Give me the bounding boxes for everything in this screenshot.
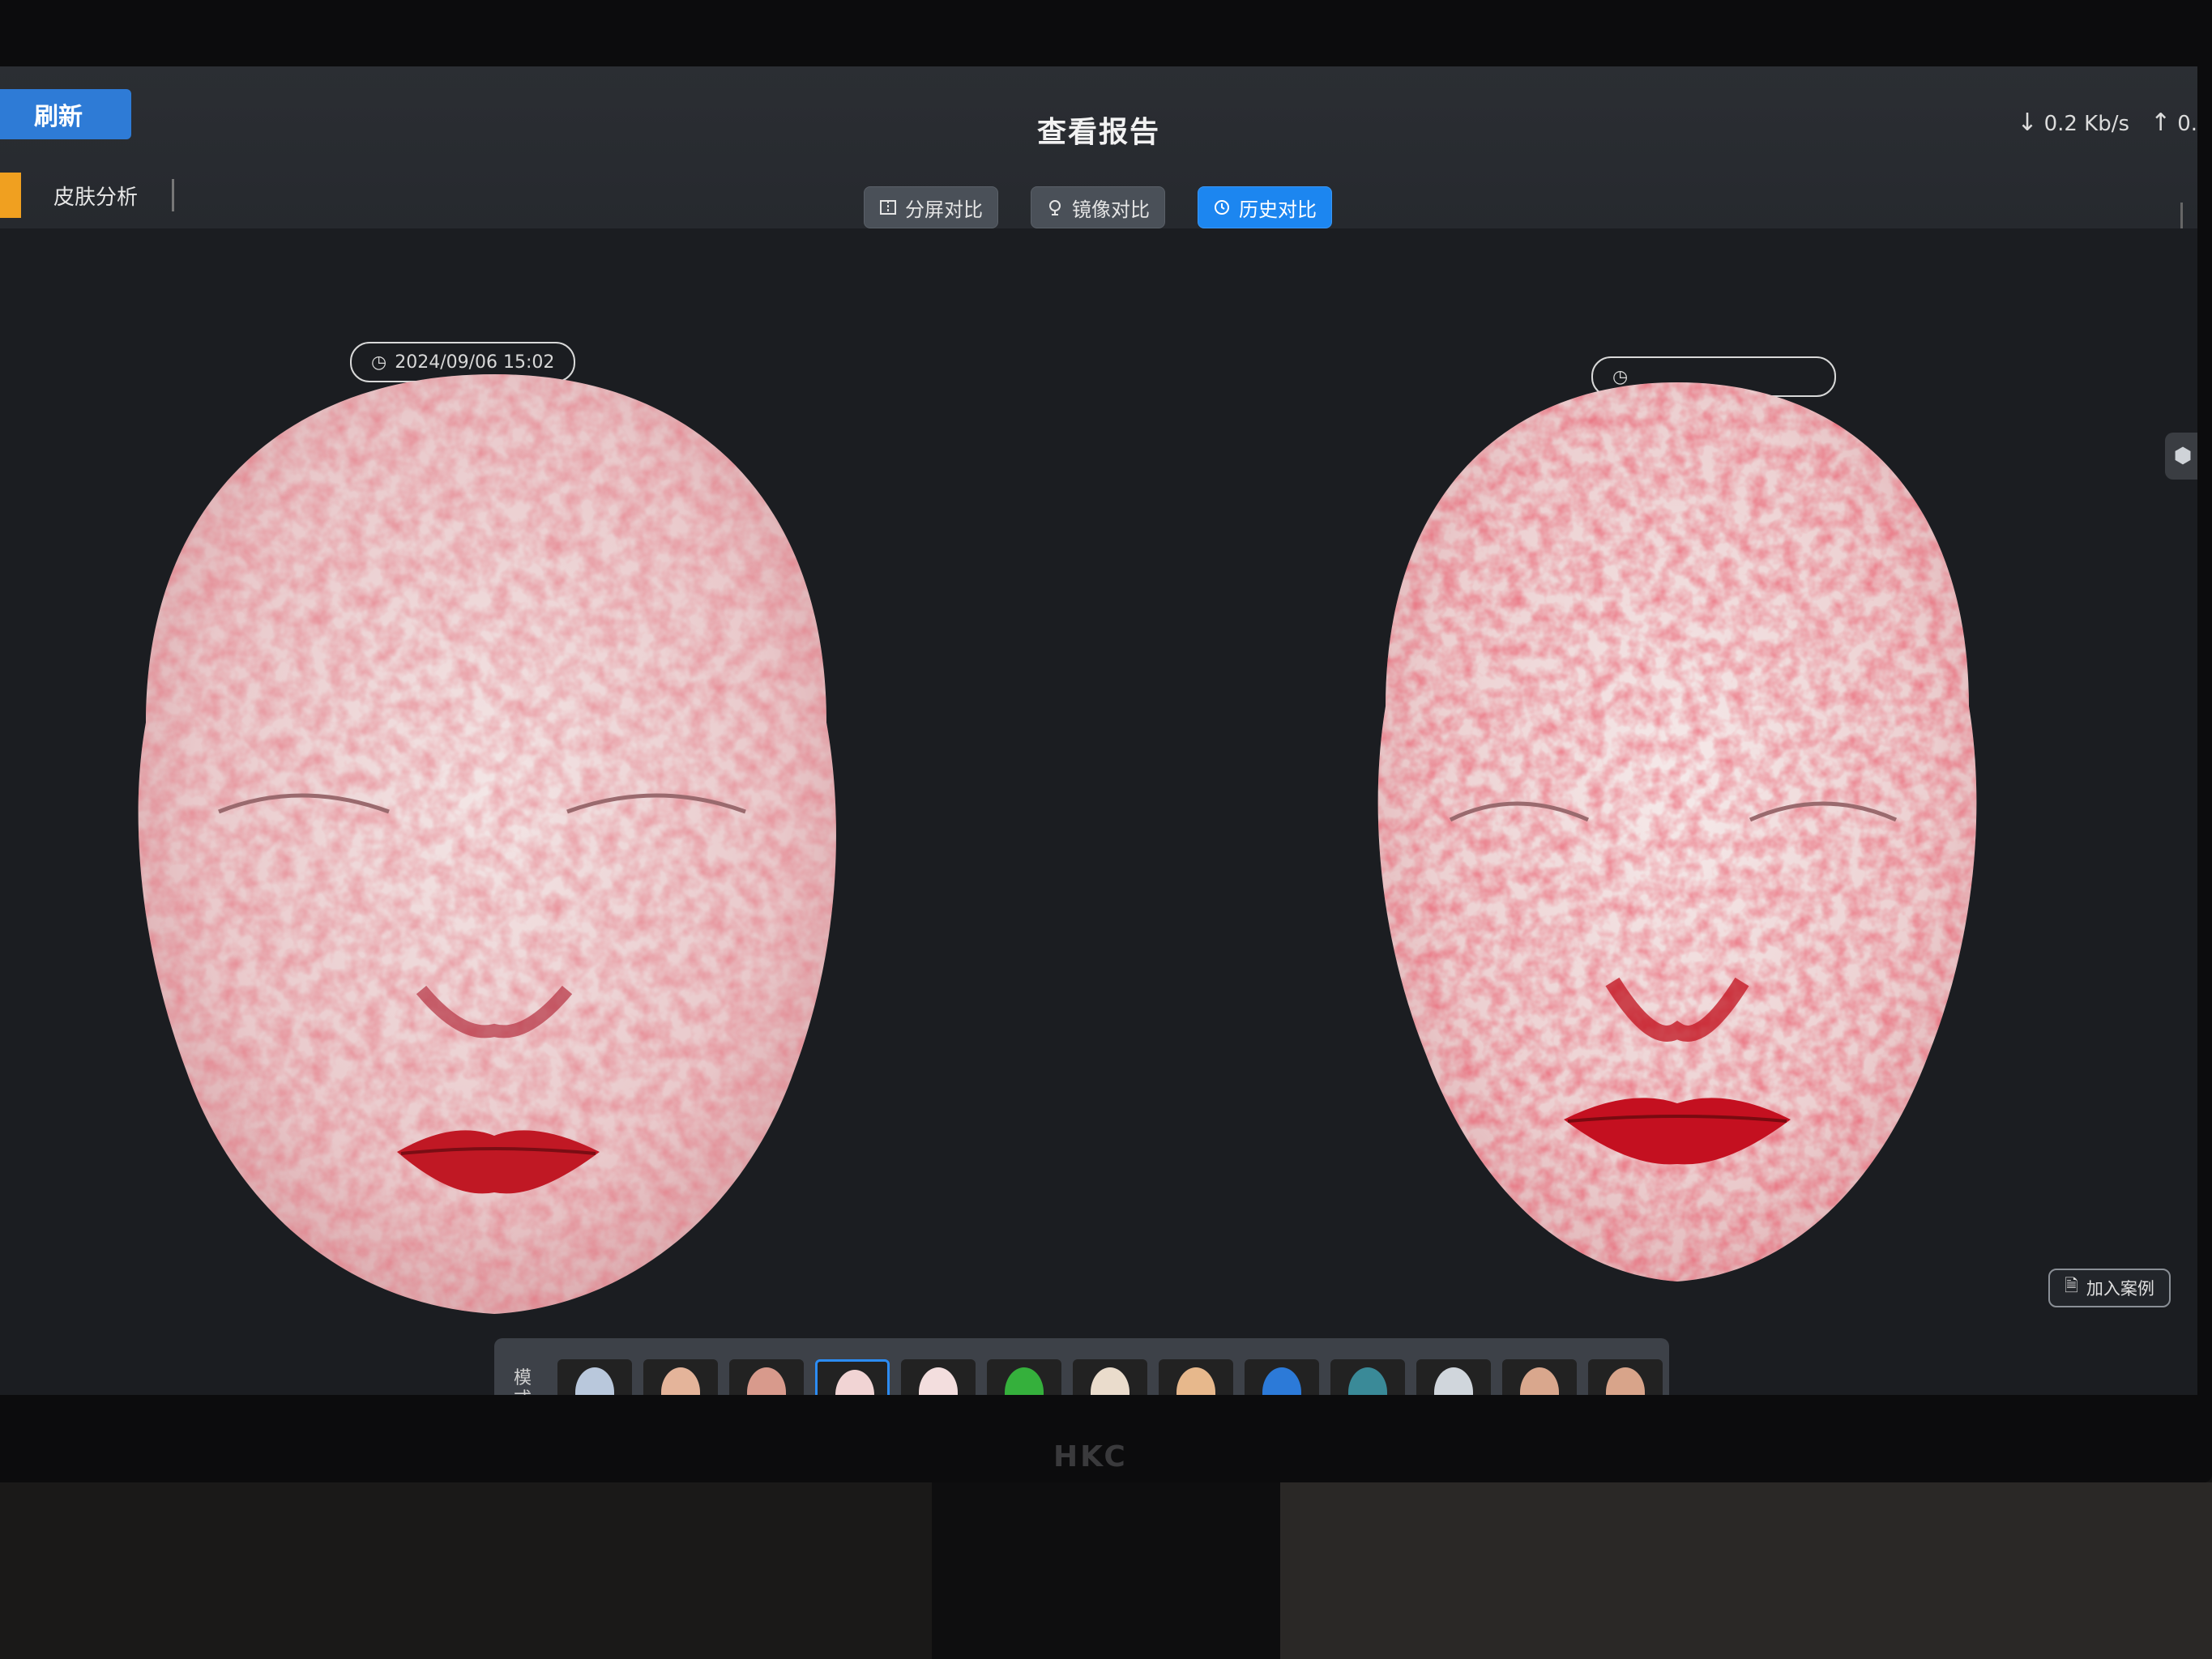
download-rate: ↓ 0.2 Kb/s [2017,109,2130,137]
mode-thumbnail[interactable]: 红区热力 [987,1359,1061,1395]
face-redness-map [138,374,836,1314]
tab-label: 皮肤分析 [53,185,139,210]
history-compare-button[interactable]: 历史对比 [1198,186,1332,228]
right-face-image[interactable] [1345,366,2009,1330]
add-case-button[interactable]: 🗎 加入案例 [2048,1269,2171,1307]
mode-thumbnail[interactable]: 冷光 [557,1359,632,1395]
face-thumbnail-icon [1348,1367,1387,1395]
face-thumbnail-icon [1176,1367,1215,1395]
3d-view-button[interactable]: ⬢ [2165,433,2197,480]
split-compare-label: 分屏对比 [905,198,983,221]
arrow-down-icon: ↓ [2017,109,2038,137]
network-stats: ↓ 0.2 Kb/s ↑ 0. [2017,109,2197,137]
face-thumbnail-icon [1606,1367,1645,1395]
face-thumbnail-icon [919,1367,958,1395]
save-icon: 🗎 [2065,1275,2078,1295]
mode-thumbnail[interactable]: 红血丝 [729,1359,804,1395]
face-thumbnail-icon [1520,1367,1559,1395]
desk-background [0,1482,932,1659]
add-case-label: 加入案例 [2086,1279,2154,1299]
mode-strip: 模式图 冷光自然光红血丝深层红区浅层红区红区热力深层棕区浅层棕区棕区热力紫外线紫… [494,1338,1669,1395]
face-thumbnail-icon [1091,1367,1129,1395]
mode-thumbnail[interactable]: 紫外线 [1330,1359,1405,1395]
comparison-view: ◷ 2024/09/06 15:02 ◷ ⬢ 🗎 加入案例 模 [0,228,2197,1395]
history-compare-label: 历史对比 [1239,198,1317,221]
mode-thumbnail[interactable]: 浅层棕区 [1159,1359,1233,1395]
monitor-stand [932,1482,1280,1659]
cube-icon: ⬢ [2173,444,2193,468]
monitor-brand-logo: HKC [1053,1440,1128,1473]
mode-thumbnail[interactable]: 平行偏振 [1502,1359,1577,1395]
mirror-icon [1049,200,1061,215]
face-thumbnail-icon [1005,1367,1044,1395]
page-title: 查看报告 [1036,116,1160,149]
face-thumbnail-icon [1262,1367,1301,1395]
desk-surface [1280,1482,2212,1659]
mode-thumbnail[interactable]: 浅层红区 [901,1359,976,1395]
arrow-up-icon: ↑ [2150,109,2171,137]
monitor-bezel: 刷新 查看报告 ↓ 0.2 Kb/s ↑ 0. 皮肤分析 分屏对比 镜像对比 历… [0,0,2212,1482]
compare-mode-group: 分屏对比 镜像对比 历史对比 [864,186,1332,228]
clock-icon [1215,200,1229,215]
mode-strip-label: 模式图 [513,1368,532,1395]
mode-thumbnail[interactable]: 紫外线斑 [1416,1359,1491,1395]
face-thumbnail-icon [747,1367,786,1395]
split-compare-button[interactable]: 分屏对比 [864,186,998,228]
mode-thumbnail[interactable]: 交叉偏振 [1588,1359,1663,1395]
upload-rate: ↑ 0. [2150,109,2197,137]
mirror-compare-button[interactable]: 镜像对比 [1031,186,1165,228]
app-header: 刷新 查看报告 ↓ 0.2 Kb/s ↑ 0. 皮肤分析 分屏对比 镜像对比 历… [0,66,2197,235]
face-thumbnail-icon [661,1367,700,1395]
app-screen: 刷新 查看报告 ↓ 0.2 Kb/s ↑ 0. 皮肤分析 分屏对比 镜像对比 历… [0,66,2197,1395]
mode-thumbnail[interactable]: 深层红区 [815,1359,890,1395]
left-face-image[interactable] [113,358,875,1363]
face-redness-map [1377,382,1977,1282]
face-thumbnail-icon [1434,1367,1473,1395]
mode-thumbnail[interactable]: 自然光 [643,1359,718,1395]
face-thumbnail-icon [835,1370,874,1395]
mirror-compare-label: 镜像对比 [1072,198,1150,221]
tab-accent-bar [0,173,21,218]
tab-skin-analysis[interactable]: 皮肤分析 [0,172,175,219]
tab-divider [172,179,175,211]
face-thumbnail-icon [575,1367,614,1395]
mode-thumbnail[interactable]: 深层棕区 [1073,1359,1147,1395]
split-screen-icon [880,200,896,215]
mode-thumbnail[interactable]: 棕区热力 [1245,1359,1319,1395]
